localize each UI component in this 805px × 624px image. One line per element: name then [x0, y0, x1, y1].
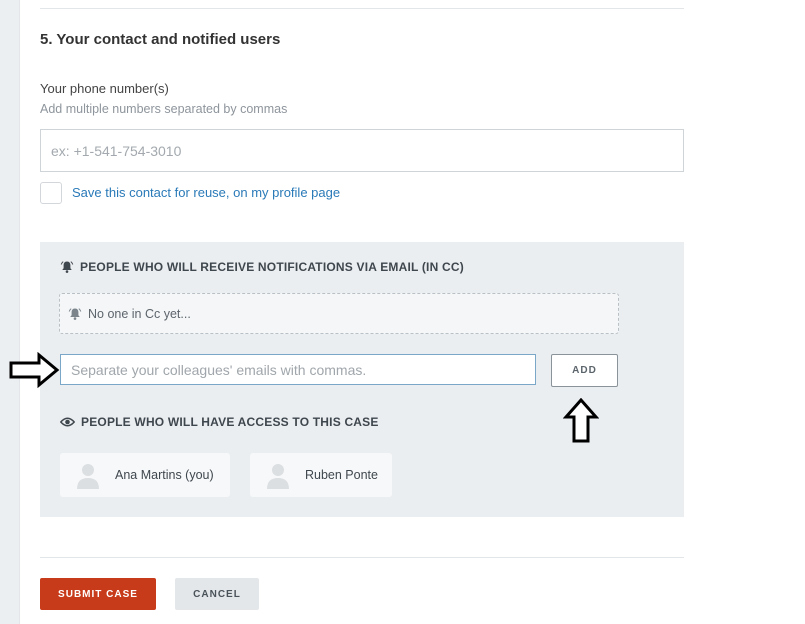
- cc-email-input[interactable]: [60, 354, 536, 385]
- save-contact-checkbox[interactable]: [40, 182, 62, 204]
- cc-heading-text: PEOPLE WHO WILL RECEIVE NOTIFICATIONS VI…: [80, 260, 464, 274]
- arrow-up-icon: [563, 398, 599, 443]
- phone-label: Your phone number(s): [40, 81, 169, 96]
- cc-list-empty: No one in Cc yet...: [59, 293, 619, 334]
- submit-case-button[interactable]: SUBMIT CASE: [40, 578, 156, 610]
- cancel-button[interactable]: CANCEL: [175, 578, 259, 610]
- top-divider: [40, 8, 684, 9]
- access-user-chip: Ruben Ponte: [250, 453, 392, 497]
- eye-icon: [60, 417, 75, 427]
- section-title: 5. Your contact and notified users: [40, 31, 281, 48]
- access-user-chip: Ana Martins (you): [60, 453, 230, 497]
- avatar-placeholder-icon: [267, 464, 289, 489]
- phone-input[interactable]: [40, 129, 684, 172]
- notification-panel: PEOPLE WHO WILL RECEIVE NOTIFICATIONS VI…: [40, 242, 684, 517]
- add-cc-button[interactable]: ADD: [551, 354, 618, 387]
- bottom-divider: [40, 557, 684, 558]
- bell-icon: [60, 261, 74, 273]
- save-contact-label[interactable]: Save this contact for reuse, on my profi…: [72, 185, 340, 200]
- access-heading: PEOPLE WHO WILL HAVE ACCESS TO THIS CASE: [60, 415, 379, 429]
- cc-empty-text: No one in Cc yet...: [88, 306, 191, 321]
- access-user-name: Ana Martins (you): [115, 468, 214, 482]
- bell-icon: [68, 307, 82, 320]
- access-heading-text: PEOPLE WHO WILL HAVE ACCESS TO THIS CASE: [81, 415, 379, 429]
- access-user-name: Ruben Ponte: [305, 468, 378, 482]
- cc-heading: PEOPLE WHO WILL RECEIVE NOTIFICATIONS VI…: [60, 260, 464, 274]
- avatar-placeholder-icon: [77, 464, 99, 489]
- left-rail: [0, 0, 20, 624]
- arrow-right-icon: [9, 352, 60, 388]
- phone-help-text: Add multiple numbers separated by commas: [40, 102, 288, 116]
